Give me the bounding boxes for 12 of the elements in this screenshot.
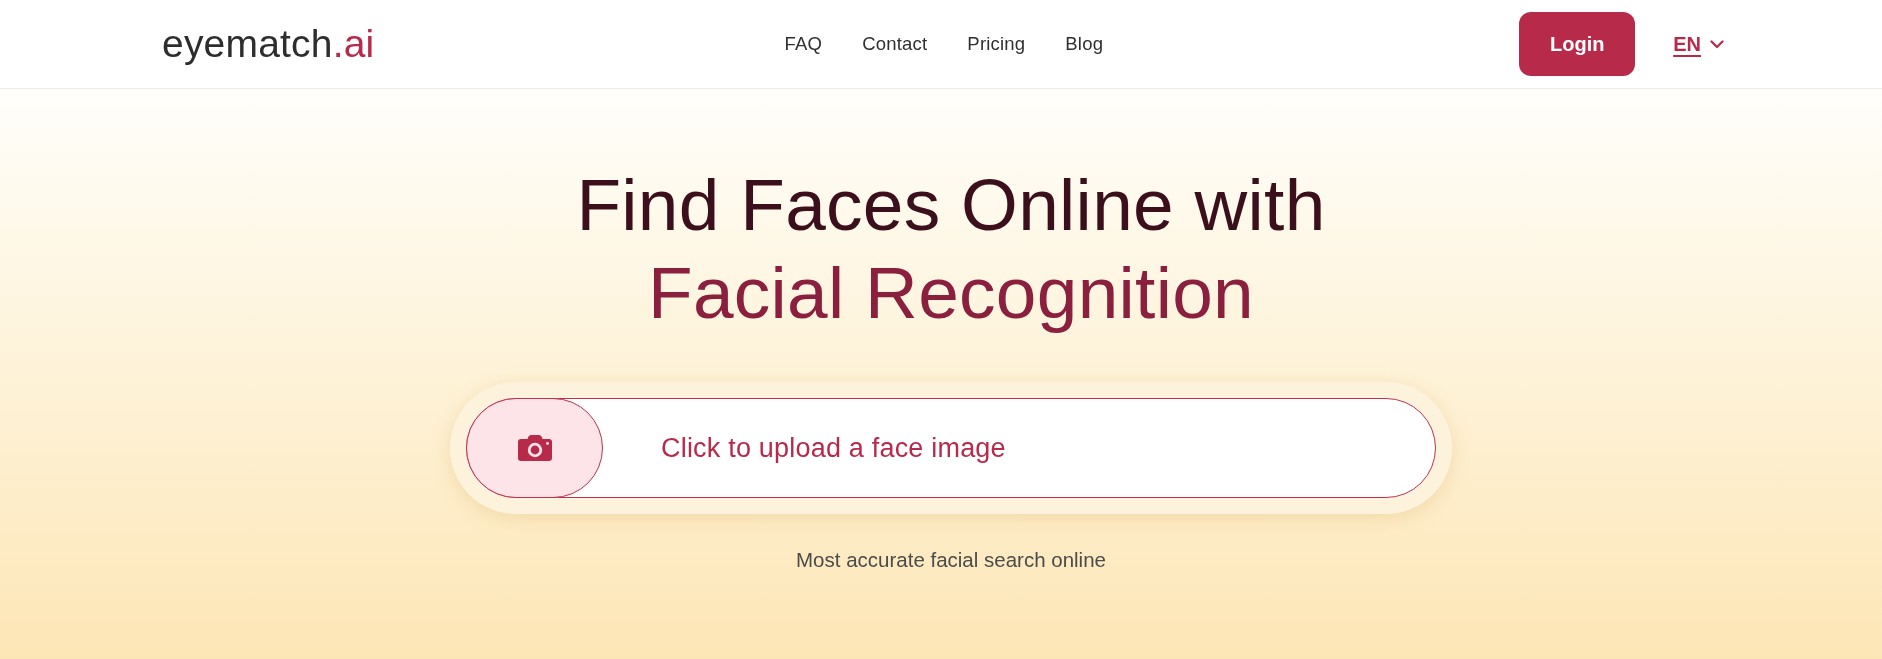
language-selector[interactable]: EN <box>1673 32 1724 56</box>
nav-link[interactable]: Pricing <box>967 33 1026 55</box>
chevron-down-icon <box>1710 39 1724 49</box>
login-button[interactable]: Login <box>1519 12 1636 76</box>
tagline: Most accurate facial search online <box>796 548 1106 572</box>
camera-icon <box>516 434 553 462</box>
nav-link[interactable]: Blog <box>1065 33 1104 55</box>
nav-link[interactable]: Contact <box>862 33 928 55</box>
logo[interactable]: eyematch.ai <box>162 23 375 65</box>
upload-button[interactable]: Click to upload a face image <box>466 398 1436 498</box>
hero-heading: Find Faces Online with Facial Recognition <box>576 163 1326 335</box>
nav-link[interactable]: FAQ <box>784 33 823 55</box>
